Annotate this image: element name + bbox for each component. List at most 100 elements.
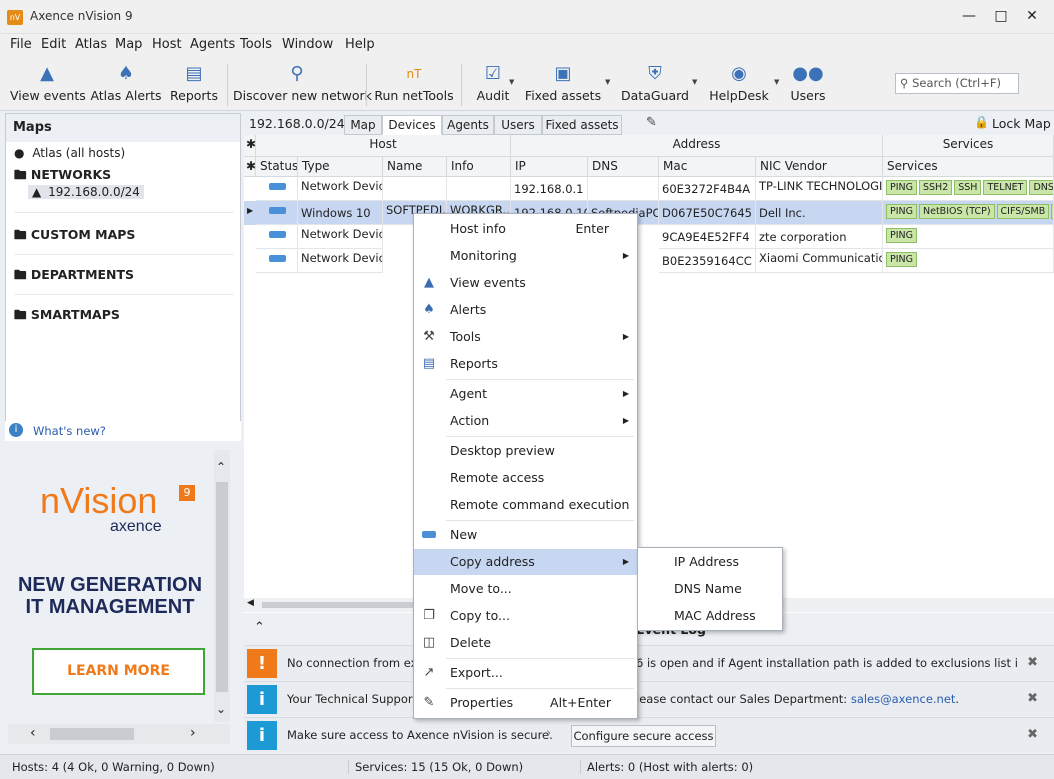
hscroll-thumb[interactable] bbox=[50, 728, 134, 740]
menu-item-view-events[interactable]: ▲ View events bbox=[414, 270, 637, 296]
submenu-item-mac-address[interactable]: MAC Address bbox=[674, 608, 756, 623]
discover-network-button[interactable]: ⚲ Discover new network bbox=[233, 60, 372, 108]
menu-item-agent[interactable]: Agent ▶ bbox=[414, 381, 637, 407]
scroll-left-icon[interactable]: ‹ bbox=[30, 725, 36, 741]
tab-agents[interactable]: Agents bbox=[442, 115, 494, 135]
tree-item-smartmaps[interactable]: 🖿 SMARTMAPS bbox=[14, 306, 120, 327]
menu-edit[interactable]: Edit bbox=[41, 37, 66, 52]
close-icon[interactable]: ✖ bbox=[1027, 655, 1038, 670]
menu-item-host-info[interactable]: Host info Enter bbox=[414, 216, 637, 242]
ad-scrollbar[interactable]: ⌃ ⌄ bbox=[214, 450, 230, 722]
maximize-button[interactable]: □ bbox=[990, 8, 1012, 28]
scroll-down-icon[interactable]: ⌄ bbox=[216, 702, 226, 716]
cell-mac: D067E50C7645 bbox=[659, 201, 756, 225]
close-window-button[interactable]: ✕ bbox=[1021, 8, 1043, 28]
col-services[interactable]: Services bbox=[883, 157, 1054, 177]
col-name[interactable]: Name bbox=[383, 157, 447, 177]
minimize-button[interactable]: — bbox=[958, 8, 980, 28]
menu-item-alerts[interactable]: ♠ Alerts bbox=[414, 297, 637, 323]
learn-more-button[interactable]: LEARN MORE bbox=[32, 648, 205, 695]
lock-map-toggle[interactable]: Lock Map bbox=[992, 116, 1051, 131]
menu-item-delete[interactable]: ◫ Delete bbox=[414, 630, 637, 656]
configure-secure-access-button[interactable]: Configure secure access bbox=[571, 725, 716, 747]
fixed-assets-dropdown-icon[interactable]: ▼ bbox=[605, 78, 610, 86]
menu-item-remote-command[interactable]: Remote command execution bbox=[414, 492, 637, 518]
ad-logo: nVision bbox=[40, 480, 158, 521]
col-dns[interactable]: DNS bbox=[588, 157, 659, 177]
col-ip[interactable]: IP bbox=[511, 157, 588, 177]
menu-item-monitoring[interactable]: Monitoring ▶ bbox=[414, 243, 637, 269]
menu-tools[interactable]: Tools bbox=[240, 37, 272, 52]
close-icon[interactable]: ✖ bbox=[1027, 691, 1038, 706]
menu-item-move-to[interactable]: Move to... bbox=[414, 576, 637, 602]
info-icon: i bbox=[9, 423, 23, 437]
users-button[interactable]: ●● Users bbox=[789, 60, 827, 108]
tab-users[interactable]: Users bbox=[494, 115, 542, 135]
menu-item-properties[interactable]: ✎ Properties Alt+Enter bbox=[414, 690, 637, 716]
atlas-alerts-button[interactable]: ♠ Atlas Alerts bbox=[90, 60, 162, 108]
view-events-button[interactable]: ▲ View events bbox=[10, 60, 86, 108]
close-icon[interactable]: ✖ bbox=[1027, 727, 1038, 742]
bell-icon: ♠ bbox=[117, 63, 135, 84]
menu-item-remote-access[interactable]: Remote access bbox=[414, 465, 637, 491]
audit-dropdown-icon[interactable]: ▼ bbox=[509, 78, 514, 86]
menu-item-tools[interactable]: ⚒ Tools ▶ bbox=[414, 324, 637, 350]
sales-email-link[interactable]: sales@axence.net bbox=[851, 692, 956, 706]
scroll-left-icon[interactable]: ◀ bbox=[247, 598, 254, 608]
collapse-icon[interactable]: ⌃ bbox=[254, 620, 265, 635]
scroll-up-icon[interactable]: ⌃ bbox=[216, 460, 226, 474]
menu-agents[interactable]: Agents bbox=[190, 37, 235, 52]
ad-hscrollbar[interactable]: ‹ › bbox=[8, 724, 230, 744]
info-icon: i bbox=[247, 685, 277, 714]
col-status[interactable]: Status bbox=[256, 157, 298, 177]
scroll-right-icon[interactable]: › bbox=[190, 725, 196, 741]
table-row[interactable]: Network Device 9CA9E4E52FF4 zte corporat… bbox=[244, 225, 1054, 249]
menu-help[interactable]: Help bbox=[345, 37, 375, 52]
col-type[interactable]: Type bbox=[298, 157, 383, 177]
tree-item-departments[interactable]: 🖿 DEPARTMENTS bbox=[14, 266, 134, 287]
run-nettools-button[interactable]: nT Run netTools bbox=[372, 60, 456, 108]
col-mac[interactable]: Mac bbox=[659, 157, 756, 177]
menu-item-action[interactable]: Action ▶ bbox=[414, 408, 637, 434]
menu-map[interactable]: Map bbox=[115, 37, 142, 52]
col-info[interactable]: Info bbox=[447, 157, 511, 177]
menu-separator bbox=[446, 688, 634, 689]
folder-icon: 🖿 bbox=[14, 267, 27, 282]
table-row-selected[interactable]: ▶ Windows 10 SOFTPEDI... WORKGR... 192.1… bbox=[244, 201, 1054, 225]
lifebuoy-icon: ◉ bbox=[731, 63, 747, 84]
menu-item-desktop-preview[interactable]: Desktop preview bbox=[414, 438, 637, 464]
edit-icon[interactable]: ✎ bbox=[646, 115, 657, 130]
table-row[interactable]: Network Device 192.168.0.1 60E3272F4B4A … bbox=[244, 177, 1054, 201]
ad-banner: nVision 9 axence NEW GENERATION IT MANAG… bbox=[8, 450, 212, 722]
chevron-right-icon: ▶ bbox=[622, 389, 629, 398]
scroll-thumb[interactable] bbox=[216, 482, 228, 692]
tab-fixed-assets[interactable]: Fixed assets bbox=[542, 115, 622, 135]
table-row[interactable]: Network Device B0E2359164CC Xiaomi Commu… bbox=[244, 249, 1054, 273]
tab-map[interactable]: Map bbox=[344, 115, 382, 135]
tab-devices[interactable]: Devices bbox=[382, 115, 442, 135]
tree-item-custom-maps[interactable]: 🖿 CUSTOM MAPS bbox=[14, 226, 135, 247]
menu-item-new[interactable]: New bbox=[414, 522, 637, 548]
tree-item-atlas[interactable]: ● Atlas (all hosts) bbox=[14, 146, 125, 160]
whats-new-link[interactable]: i What's new? bbox=[5, 421, 241, 441]
reports-button[interactable]: ▤ Reports bbox=[168, 60, 220, 108]
helpdesk-button[interactable]: ◉ HelpDesk bbox=[708, 60, 770, 108]
submenu-item-dns-name[interactable]: DNS Name bbox=[674, 581, 742, 596]
tree-item-network-192[interactable]: ▲ 192.168.0.0/24 bbox=[28, 185, 144, 199]
fixed-assets-button[interactable]: ▣ Fixed assets bbox=[524, 60, 602, 108]
menu-item-copy-to[interactable]: ❐ Copy to... bbox=[414, 603, 637, 629]
menu-window[interactable]: Window bbox=[282, 37, 333, 52]
menu-host[interactable]: Host bbox=[152, 37, 182, 52]
helpdesk-dropdown-icon[interactable]: ▼ bbox=[774, 78, 779, 86]
tree-item-networks[interactable]: 🖿 NETWORKS bbox=[14, 166, 111, 187]
dataguard-button[interactable]: ⛨ DataGuard bbox=[620, 60, 690, 108]
menu-item-reports[interactable]: ▤ Reports bbox=[414, 351, 637, 377]
search-input[interactable]: ⚲ Search (Ctrl+F) bbox=[895, 73, 1019, 94]
menu-item-copy-address[interactable]: Copy address ▶ bbox=[414, 549, 637, 575]
col-nic-vendor[interactable]: NIC Vendor bbox=[756, 157, 883, 177]
menu-atlas[interactable]: Atlas bbox=[75, 37, 107, 52]
menu-file[interactable]: File bbox=[10, 37, 32, 52]
menu-item-export[interactable]: ↗ Export... bbox=[414, 660, 637, 686]
dataguard-dropdown-icon[interactable]: ▼ bbox=[692, 78, 697, 86]
submenu-item-ip-address[interactable]: IP Address bbox=[674, 554, 739, 569]
